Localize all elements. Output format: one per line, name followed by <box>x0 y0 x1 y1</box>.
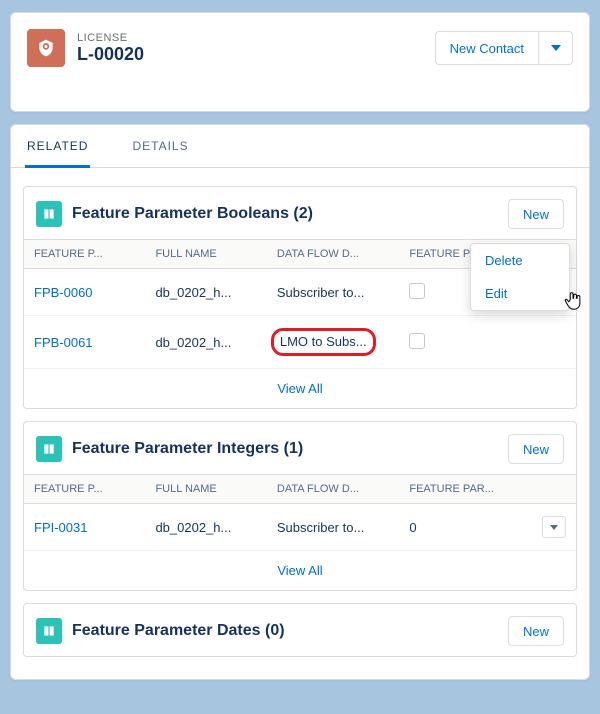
column-header[interactable]: DATA FLOW D... <box>267 475 399 504</box>
menu-item-delete[interactable]: Delete <box>471 244 569 277</box>
cell-fullname: db_0202_h... <box>145 316 266 369</box>
checkbox[interactable] <box>409 333 425 349</box>
row-actions-menu: Delete Edit <box>470 243 570 311</box>
chevron-down-icon <box>550 525 558 530</box>
cell-fullname: db_0202_h... <box>145 504 266 551</box>
column-header[interactable]: FEATURE PAR... <box>399 475 520 504</box>
record-name: L-00020 <box>77 44 144 65</box>
related-list-title: Feature Parameter Integers (1) <box>72 440 303 458</box>
license-icon <box>27 29 65 67</box>
tab-related[interactable]: RELATED <box>25 125 90 168</box>
row-actions-button[interactable] <box>542 516 566 538</box>
cell-dataflow: Subscriber to... <box>267 504 399 551</box>
related-list-title: Feature Parameter Booleans (2) <box>72 205 313 223</box>
cell-param: 0 <box>399 504 520 551</box>
cell-fullname: db_0202_h... <box>145 269 266 316</box>
feature-parameter-icon <box>36 201 62 227</box>
menu-item-edit[interactable]: Edit <box>471 277 569 310</box>
related-list-booleans: Feature Parameter Booleans (2) New FEATU… <box>23 186 577 409</box>
content-card: RELATED DETAILS Feature Parameter Boolea… <box>10 124 590 680</box>
new-contact-button[interactable]: New Contact <box>435 31 539 65</box>
view-all-link[interactable]: View All <box>24 369 576 408</box>
record-link[interactable]: FPI-0031 <box>34 520 87 535</box>
related-list-integers: Feature Parameter Integers (1) New FEATU… <box>23 421 577 591</box>
record-type-label: LICENSE <box>77 32 144 44</box>
column-header[interactable]: FEATURE P... <box>24 475 145 504</box>
new-button[interactable]: New <box>508 616 564 646</box>
feature-parameter-icon <box>36 618 62 644</box>
new-button[interactable]: New <box>508 434 564 464</box>
table-row: FPI-0031 db_0202_h... Subscriber to... 0 <box>24 504 576 551</box>
checkbox[interactable] <box>409 283 425 299</box>
cell-dataflow: Subscriber to... <box>267 269 399 316</box>
column-header[interactable]: FULL NAME <box>145 475 266 504</box>
feature-parameter-icon <box>36 436 62 462</box>
related-list-title: Feature Parameter Dates (0) <box>72 622 285 640</box>
column-header[interactable]: FEATURE P... <box>24 240 145 269</box>
header-more-actions-button[interactable] <box>539 31 573 65</box>
new-button[interactable]: New <box>508 199 564 229</box>
table-row: FPB-0061 db_0202_h... LMO to Subs... <box>24 316 576 369</box>
column-header[interactable]: DATA FLOW D... <box>267 240 399 269</box>
chevron-down-icon <box>551 45 561 51</box>
related-list-dates: Feature Parameter Dates (0) New <box>23 603 577 657</box>
record-link[interactable]: FPB-0060 <box>34 285 93 300</box>
record-link[interactable]: FPB-0061 <box>34 335 93 350</box>
tab-details[interactable]: DETAILS <box>130 125 190 168</box>
view-all-link[interactable]: View All <box>24 551 576 590</box>
record-header: LICENSE L-00020 New Contact <box>10 12 590 112</box>
highlight-callout: LMO to Subs... <box>271 328 376 356</box>
tabs: RELATED DETAILS <box>11 125 589 168</box>
column-header[interactable]: FULL NAME <box>145 240 266 269</box>
header-action-group: New Contact <box>435 31 573 65</box>
